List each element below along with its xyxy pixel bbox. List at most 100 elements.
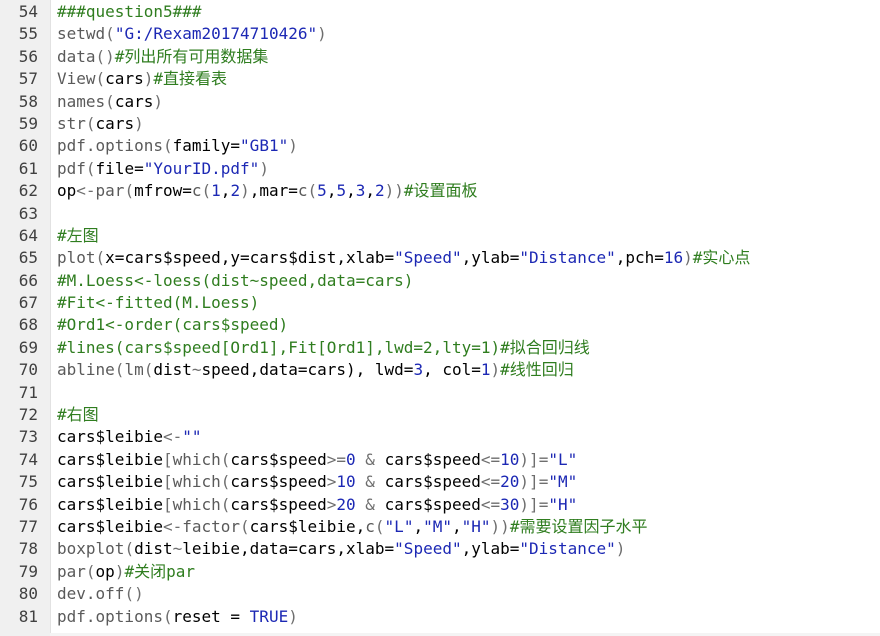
code-text[interactable]: cars$leibie[which(cars$speed>=0 & cars$s… — [57, 449, 577, 471]
code-string: "H" — [548, 494, 578, 514]
code-comment: #列出所有可用数据集 — [114, 46, 269, 66]
code-text[interactable]: plot(x=cars$speed,y=cars$dist,xlab="Spee… — [57, 247, 750, 269]
code-number: 3 — [355, 181, 366, 201]
code-function: abline — [57, 360, 115, 380]
code-text[interactable]: par(op)#关闭par — [57, 561, 195, 583]
code-token: ( — [85, 113, 96, 133]
code-number: 16 — [663, 248, 684, 268]
code-text[interactable]: ###question5### — [57, 1, 202, 23]
code-text[interactable]: View(cars)#直接看表 — [57, 68, 227, 90]
code-text[interactable]: abline(lm(dist~speed,data=cars), lwd=3, … — [57, 359, 574, 381]
code-token: <= — [480, 472, 501, 492]
code-token: )]= — [519, 449, 549, 469]
code-lines[interactable]: 54 ###question5### 55 setwd("G:/Rexam201747… — [0, 1, 880, 628]
code-string: "Speed" — [394, 248, 462, 268]
code-line[interactable]: 64 #左图 — [0, 225, 880, 247]
code-text[interactable]: cars$leibie[which(cars$speed>10 & cars$s… — [57, 471, 577, 493]
code-text[interactable]: pdf.options(reset = TRUE) — [57, 606, 298, 628]
code-token: <= — [480, 494, 501, 514]
code-text[interactable]: #右图 — [57, 404, 99, 426]
code-text[interactable]: str(cars) — [57, 113, 144, 135]
code-token: )]= — [519, 494, 549, 514]
code-text[interactable]: boxplot(dist~leibie,data=cars,xlab="Spee… — [57, 538, 625, 560]
code-number: 2 — [375, 181, 385, 201]
code-function: c — [365, 516, 375, 536]
code-text[interactable]: names(cars) — [57, 91, 163, 113]
code-line[interactable]: 69 #lines(cars$speed[Ord1],Fit[Ord1],lwd=… — [0, 337, 880, 359]
code-token: & — [355, 449, 385, 469]
code-line[interactable]: 74 cars$leibie[which(cars$speed>=0 & cars… — [0, 449, 880, 471]
code-token: [ — [162, 494, 173, 514]
code-line[interactable]: 71 — [0, 382, 880, 404]
code-token: ,mar= — [249, 181, 298, 201]
code-string: "" — [182, 427, 202, 447]
code-line[interactable]: 78 boxplot(dist~leibie,data=cars,xlab="Sp… — [0, 538, 880, 560]
code-text[interactable]: dev.off() — [57, 583, 144, 605]
code-token: cars$speed — [384, 494, 481, 514]
code-line[interactable]: 62 op<-par(mfrow=c(1,2),mar=c(5,5,3,2))#设… — [0, 180, 880, 202]
code-token: ) — [153, 91, 163, 111]
code-line[interactable]: 58 names(cars) — [0, 91, 880, 113]
code-text[interactable]: cars$leibie[which(cars$speed>20 & cars$s… — [57, 494, 577, 516]
code-text[interactable]: cars$leibie<-factor(cars$leibie,c("L","M… — [57, 516, 647, 538]
code-text[interactable]: op<-par(mfrow=c(1,2),mar=c(5,5,3,2))#设置面… — [57, 180, 478, 202]
code-line[interactable]: 66 #M.Loess<-loess(dist~speed,data=cars) — [0, 270, 880, 292]
code-comment: #右图 — [57, 405, 99, 425]
code-line[interactable]: 54 ###question5### — [0, 1, 880, 23]
code-line[interactable]: 76 cars$leibie[which(cars$speed>20 & cars… — [0, 494, 880, 516]
code-text[interactable]: pdf(file="YourID.pdf") — [57, 158, 269, 180]
line-number: 74 — [18, 449, 38, 469]
code-line[interactable]: 68 #Ord1<-order(cars$speed) — [0, 314, 880, 336]
code-line[interactable]: 59 str(cars) — [0, 113, 880, 135]
code-line[interactable]: 57 View(cars)#直接看表 — [0, 68, 880, 90]
code-text[interactable]: cars$leibie<-"" — [57, 426, 202, 448]
code-number: 5 — [317, 181, 327, 201]
code-line[interactable]: 81 pdf.options(reset = TRUE) — [0, 606, 880, 628]
code-function: setwd — [57, 24, 106, 44]
code-token: cars$leibie — [57, 516, 163, 536]
code-line[interactable]: 72 #右图 — [0, 404, 880, 426]
code-line[interactable]: 67 #Fit<-fitted(M.Loess) — [0, 292, 880, 314]
code-token: ) — [134, 113, 144, 133]
code-text[interactable]: #lines(cars$speed[Ord1],Fit[Ord1],lwd=2,… — [57, 337, 590, 359]
code-line[interactable]: 56 data()#列出所有可用数据集 — [0, 46, 880, 68]
code-line[interactable]: 65 plot(x=cars$speed,y=cars$dist,xlab="Sp… — [0, 247, 880, 269]
code-token: cars$leibie — [57, 449, 163, 469]
code-token: reset = — [172, 606, 250, 626]
code-line[interactable]: 80 dev.off() — [0, 583, 880, 605]
code-text[interactable]: #Ord1<-order(cars$speed) — [57, 314, 288, 336]
code-comment: #关闭par — [124, 561, 195, 581]
code-text[interactable]: #M.Loess<-loess(dist~speed,data=cars) — [57, 270, 413, 292]
code-function: c — [191, 181, 202, 201]
code-token: cars — [114, 91, 154, 111]
code-line[interactable]: 63 — [0, 203, 880, 225]
code-token: cars — [105, 69, 144, 89]
line-number: 64 — [18, 225, 38, 245]
code-text[interactable]: #Fit<-fitted(M.Loess) — [57, 292, 259, 314]
code-line[interactable]: 75 cars$leibie[which(cars$speed>10 & cars… — [0, 471, 880, 493]
code-line[interactable]: 61 pdf(file="YourID.pdf") — [0, 158, 880, 180]
code-line[interactable]: 70 abline(lm(dist~speed,data=cars), lwd=3… — [0, 359, 880, 381]
code-token: ( — [95, 69, 106, 89]
code-text[interactable]: #左图 — [57, 225, 99, 247]
code-token: )) — [384, 181, 404, 201]
code-token: cars$leibie — [57, 427, 163, 447]
code-number: 3 — [413, 360, 424, 380]
code-token: ( — [162, 606, 173, 626]
code-line[interactable]: 79 par(op)#关闭par — [0, 561, 880, 583]
code-line[interactable]: 55 setwd("G:/Rexam20174710426") — [0, 23, 880, 45]
code-line[interactable]: 73 cars$leibie<-"" — [0, 426, 880, 448]
code-comment: #左图 — [57, 225, 99, 245]
line-number: 55 — [18, 24, 38, 44]
code-token: <= — [480, 449, 501, 469]
code-token: , — [452, 516, 462, 536]
code-text[interactable]: setwd("G:/Rexam20174710426") — [57, 23, 327, 45]
code-text[interactable]: data()#列出所有可用数据集 — [57, 46, 268, 68]
code-line[interactable]: 60 pdf.options(family="GB1") — [0, 135, 880, 157]
code-comment: #M.Loess<-loess(dist~speed,data=cars) — [57, 270, 414, 290]
code-line[interactable]: 77 cars$leibie<-factor(cars$leibie,c("L",… — [0, 516, 880, 538]
line-number: 77 — [18, 516, 38, 536]
code-text[interactable]: pdf.options(family="GB1") — [57, 135, 298, 157]
code-editor[interactable]: 54 ###question5### 55 setwd("G:/Rexam201747… — [0, 0, 880, 636]
code-token: cars$speed — [230, 449, 327, 469]
